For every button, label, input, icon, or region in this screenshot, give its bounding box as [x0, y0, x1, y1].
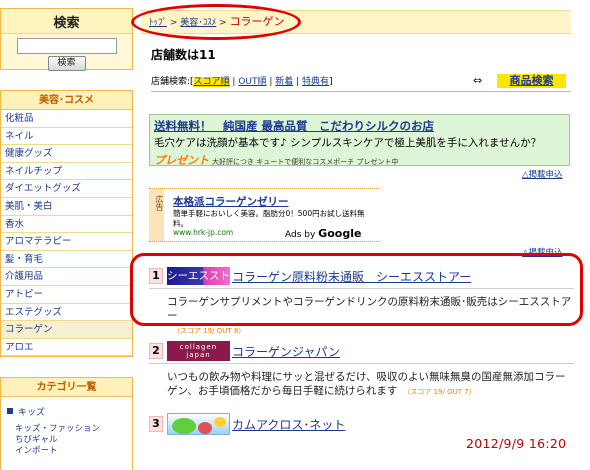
category-item[interactable]: 髪・育毛 [1, 251, 132, 269]
present-tag: プレゼント [154, 154, 209, 167]
sub-category-item[interactable]: キッズ・ファッション [7, 424, 126, 435]
logo-shape [214, 417, 226, 427]
highlight-rectangle [130, 253, 583, 326]
search-input[interactable] [16, 38, 117, 54]
google-ad-title[interactable]: 本格派コラーゲンゼリー [173, 194, 373, 209]
double-arrow-icon: ⇔ [473, 74, 483, 87]
store-desc-text: いつもの飲み物や料理にサッと混ぜるだけ、吸収のよい無味無臭の国産無添加コラーゲン… [167, 371, 566, 397]
store-score: （スコア 19/ OUT 7） [403, 388, 476, 396]
store-head: 2 collagen japan コラーゲンジャパン [149, 341, 574, 361]
search-title: 検索 [1, 9, 132, 34]
category-item[interactable]: 健康グッズ [1, 145, 132, 163]
sort-score-link[interactable]: スコア順 [193, 77, 230, 87]
google-ad-desc: 簡単手軽においしく美容。脂肪分0！500円お試し送料無料。 [173, 209, 365, 228]
store-head: 3 カムアクロス･ネット [149, 413, 574, 435]
sort-divider: | [266, 77, 276, 87]
sort-close: ] [329, 77, 333, 87]
store-entry: 3 カムアクロス･ネット [149, 413, 574, 435]
category-item[interactable]: 香水 [1, 216, 132, 234]
category-item[interactable]: アロマテラピー [1, 233, 132, 251]
logo-shape [172, 418, 196, 434]
sort-label: 店舗検索:[ [151, 77, 194, 87]
rank-badge: 3 [149, 416, 163, 432]
google-ad: 広告 本格派コラーゲンゼリー 簡単手軽においしく美容。脂肪分0！500円お試し送… [149, 188, 379, 242]
logo-line-1: collagen [179, 343, 218, 351]
divider [149, 363, 574, 364]
ad-banner-desc: 毛穴ケアは洗顔が基本です♪ シンプルスキンケアで極上美肌を手に入れませんか？ [154, 137, 542, 149]
google-logo: Google [318, 227, 362, 240]
category-item[interactable]: 介護用品 [1, 268, 132, 286]
ad-apply-link[interactable]: △掲載申込 [522, 168, 563, 180]
category-list-box: カテゴリ一覧 キッズ キッズ・ファッション ちびギャル インポート [0, 377, 133, 470]
kids-label: キッズ [18, 408, 46, 419]
store-logo[interactable] [167, 413, 230, 435]
category-list-title: カテゴリ一覧 [1, 378, 132, 398]
sub-category-item[interactable]: ちびギャル [7, 435, 126, 446]
category-item[interactable]: ネイルチップ [1, 163, 132, 181]
category-item[interactable]: ネイル [1, 128, 132, 146]
ad-present-row: プレゼント 大好評につき キュートで便利なコスメポーチ プレゼント中 [154, 152, 565, 168]
logo-shape [198, 422, 212, 434]
ads-by-google[interactable]: Ads by Google [285, 227, 361, 240]
rank-badge: 2 [149, 343, 163, 359]
search-button[interactable]: 検索 [47, 56, 86, 71]
category-box: 美容･コスメ 化粧品 ネイル 健康グッズ ネイルチップ ダイエットグッズ 美肌・… [0, 90, 133, 358]
logo-line-2: japan [186, 351, 211, 359]
sort-bar: 店舗検索:[スコア順 | OUT順 | 新着 | 特典有] ⇔ 商品検索 [151, 74, 571, 92]
product-search-link[interactable]: 商品検索 [497, 74, 566, 88]
store-score: （スコア 19/ OUT 8） [173, 327, 246, 335]
present-text: 大好評につき キュートで便利なコスメポーチ プレゼント中 [212, 158, 399, 166]
sort-new-link[interactable]: 新着 [275, 77, 293, 87]
sort-special-link[interactable]: 特典有 [302, 77, 329, 87]
category-item[interactable]: エステグッズ [1, 304, 132, 322]
category-item[interactable]: アトピー [1, 286, 132, 304]
sort-divider: | [229, 77, 239, 87]
sidebar: 検索 検索 美容･コスメ 化粧品 ネイル 健康グッズ ネイルチップ ダイエットグ… [0, 8, 133, 470]
timestamp: 2012/9/9 16:20 [466, 436, 567, 451]
sort-divider: | [293, 77, 303, 87]
category-item-active[interactable]: コラーゲン [1, 321, 132, 339]
category-item[interactable]: ダイエットグッズ [1, 180, 132, 198]
store-count: 店舗数は11 [151, 48, 216, 62]
store-name-link[interactable]: コラーゲンジャパン [232, 343, 340, 360]
store-logo[interactable]: collagen japan [167, 341, 230, 361]
ad-banner-title[interactable]: 送料無料！ 純国産 最高品質 こだわりシルクのお店 [154, 118, 565, 134]
sub-category-item[interactable]: インポート [7, 446, 126, 457]
category-item[interactable]: 美肌・美白 [1, 198, 132, 216]
category-list: 化粧品 ネイル 健康グッズ ネイルチップ ダイエットグッズ 美肌・美白 香水 ア… [1, 110, 132, 357]
ad-banner[interactable]: 送料無料！ 純国産 最高品質 こだわりシルクのお店 毛穴ケアは洗顔が基本です♪ … [149, 114, 570, 168]
store-desc: いつもの飲み物や料理にサッと混ぜるだけ、吸収のよい無味無臭の国産無添加コラーゲン… [149, 370, 574, 399]
sidebar-search-box: 検索 検索 [0, 8, 133, 71]
highlight-ellipse [131, 4, 301, 40]
ads-by-text: Ads by [285, 230, 319, 240]
sort-out-link[interactable]: OUT順 [238, 77, 266, 87]
square-bullet-icon [7, 408, 13, 415]
kids-category[interactable]: キッズ [7, 405, 126, 418]
ad-label-text: 広告 [155, 195, 164, 211]
category-list-body: キッズ キッズ・ファッション ちびギャル インポート [1, 397, 132, 470]
store-entry: 2 collagen japan コラーゲンジャパン いつもの飲み物や料理にサッと… [149, 341, 574, 399]
category-item[interactable]: アロエ [1, 339, 132, 357]
category-item[interactable]: 化粧品 [1, 110, 132, 128]
category-title: 美容･コスメ [1, 91, 132, 110]
ad-label: 広告 [149, 189, 164, 241]
store-name-link[interactable]: カムアクロス･ネット [232, 416, 345, 433]
